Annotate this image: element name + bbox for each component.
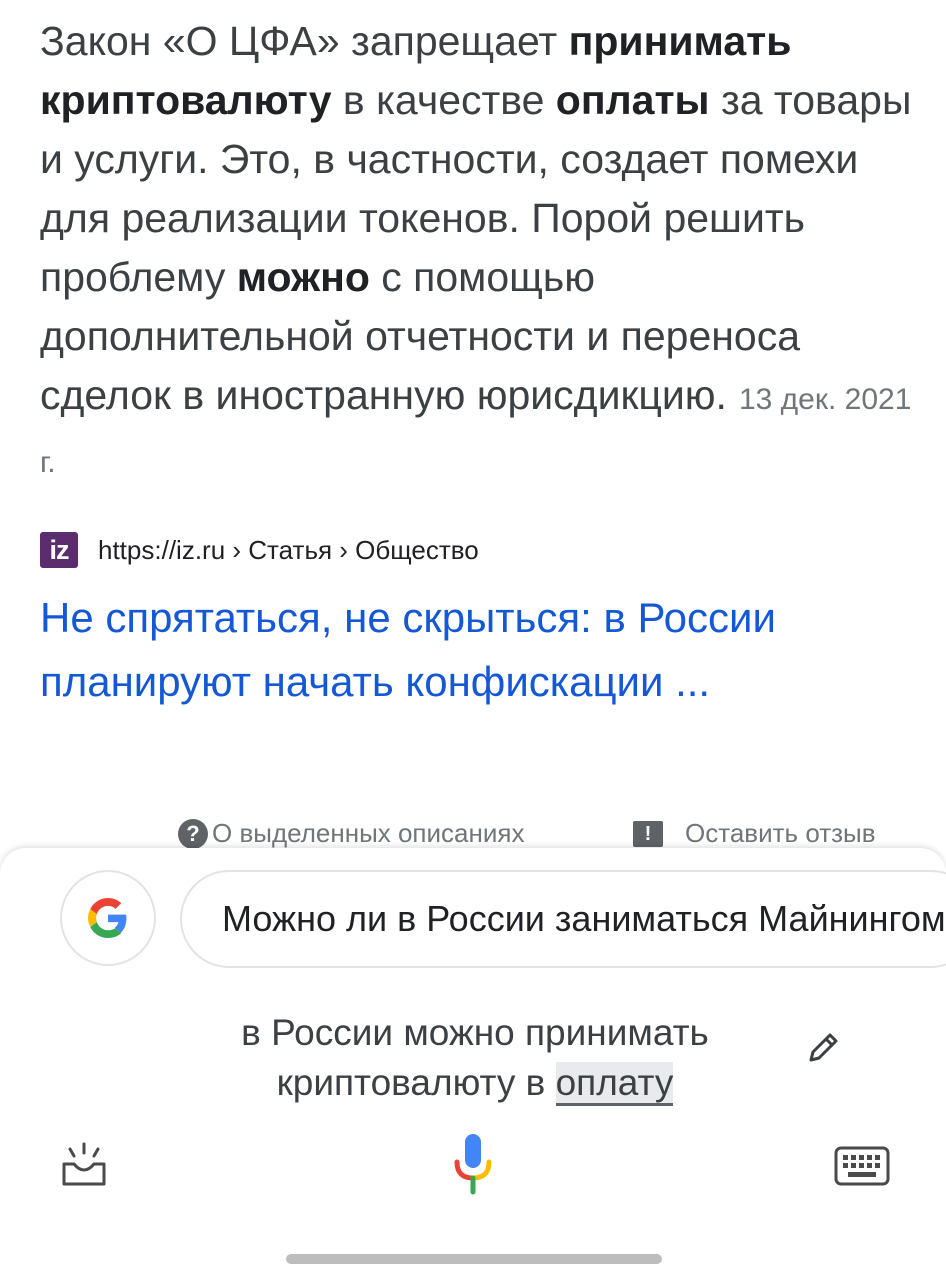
mic-icon[interactable]: [448, 1132, 498, 1202]
help-icon: ?: [178, 818, 208, 849]
query-suggestion-chip[interactable]: Можно ли в России заниматься Майнингом: [180, 870, 946, 968]
result-title-link[interactable]: Не спрятаться, не скрыться: в России пла…: [40, 586, 860, 714]
about-featured-snippets-link[interactable]: ? О выделенных описаниях: [178, 818, 524, 849]
breadcrumb: https://iz.ru › Статья › Общество: [98, 534, 479, 565]
snippet-text-1: Закон «О ЦФА» запрещает: [40, 18, 569, 64]
feedback-icon: !: [633, 820, 663, 847]
keyboard-icon[interactable]: [834, 1146, 890, 1186]
snippet-bold-3: можно: [236, 254, 370, 300]
assistant-panel: Можно ли в России заниматься Майнингом в…: [0, 848, 946, 1280]
pencil-icon[interactable]: [803, 1028, 843, 1068]
result-source[interactable]: iz https://iz.ru › Статья › Общество: [40, 532, 479, 568]
snippet-text-2: в качестве: [331, 77, 556, 123]
google-button[interactable]: [60, 870, 156, 966]
lens-icon[interactable]: [58, 1140, 110, 1192]
assistant-toolbar: [0, 1132, 946, 1202]
site-favicon-icon: iz: [40, 532, 78, 568]
about-featured-snippets-label: О выделенных описаниях: [212, 818, 525, 848]
google-g-icon: [88, 898, 127, 938]
transcript-highlight[interactable]: оплату: [555, 1062, 674, 1106]
snippet-bold-2: оплаты: [555, 77, 710, 123]
featured-snippet: Закон «О ЦФА» запрещает принимать крипто…: [40, 12, 920, 492]
speech-transcript: в России можно принимать криптовалюту в …: [150, 1008, 800, 1108]
feedback-link[interactable]: ! Оставить отзыв: [633, 818, 876, 849]
feedback-label: Оставить отзыв: [685, 818, 876, 848]
gesture-navigation-bar[interactable]: [286, 1254, 662, 1264]
